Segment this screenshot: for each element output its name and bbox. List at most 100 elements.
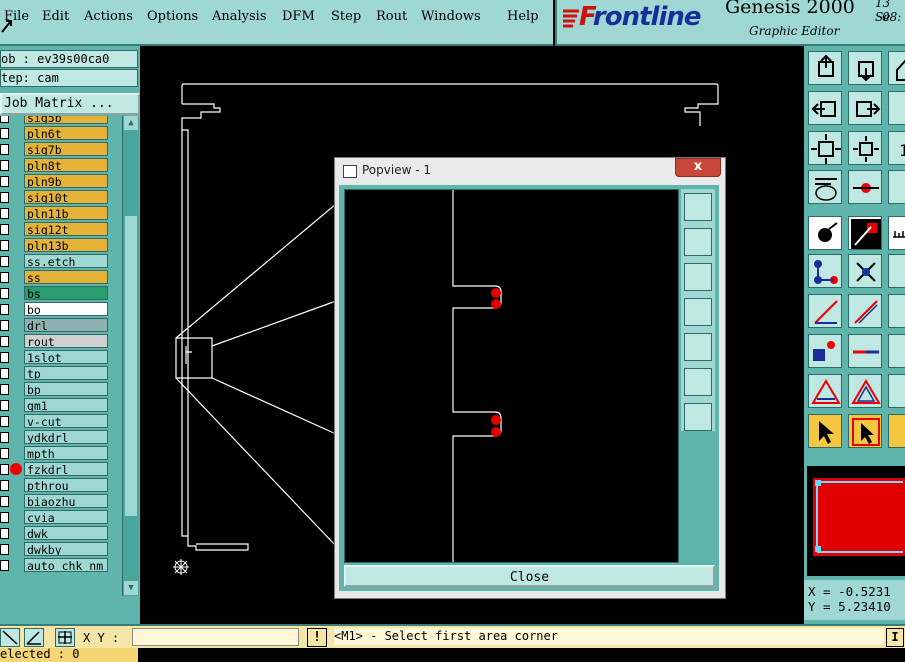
layer-name[interactable]: pln9b	[24, 174, 108, 188]
layer-name[interactable]: sig10t	[24, 190, 108, 204]
layer-row[interactable]: sig10t	[0, 190, 122, 204]
layer-checkbox[interactable]	[0, 560, 9, 571]
layer-name[interactable]: pln6t	[24, 126, 108, 140]
layer-name[interactable]: ydkdrl	[24, 430, 108, 444]
scroll-down-icon[interactable]: ▼	[124, 581, 138, 595]
select-box-icon[interactable]	[848, 414, 882, 448]
zoom-fit-icon[interactable]	[808, 131, 842, 165]
menu-step[interactable]: Step	[331, 9, 361, 24]
triangle-outline-icon[interactable]	[848, 374, 882, 408]
menu-edit[interactable]: Edit	[42, 9, 69, 24]
layer-checkbox[interactable]	[0, 336, 9, 347]
layer-name[interactable]: pthrou	[24, 478, 108, 492]
layer-row[interactable]: bo	[0, 302, 122, 316]
layer-name[interactable]: pln11b	[24, 206, 108, 220]
layer-row[interactable]: sig7b	[0, 142, 122, 156]
layer-name[interactable]: bp	[24, 382, 108, 396]
layer-row[interactable]: bs	[0, 286, 122, 300]
layer-name[interactable]: fzkdrl	[24, 462, 108, 476]
palette-icon[interactable]	[808, 170, 842, 204]
scroll-up-icon[interactable]: ▲	[124, 116, 138, 130]
zoom-center-icon[interactable]	[848, 131, 882, 165]
ruler-icon[interactable]	[888, 216, 905, 250]
zoom-home-icon[interactable]	[684, 193, 712, 221]
layer-row[interactable]: pln9b	[0, 174, 122, 188]
layer-checkbox[interactable]	[0, 512, 9, 523]
overview-map[interactable]	[807, 466, 905, 576]
menu-rout[interactable]: Rout	[376, 9, 407, 24]
pan-tool-icon[interactable]	[888, 91, 905, 125]
layer-checkbox[interactable]	[0, 368, 9, 379]
menu-help[interactable]: Help	[507, 9, 539, 24]
layer-row[interactable]: ydkdrl	[0, 430, 122, 444]
layer-row[interactable]: pln8t	[0, 158, 122, 172]
popview-titlebar[interactable]: Popview - 1 x	[335, 158, 725, 184]
layer-name[interactable]: 1slot	[24, 350, 108, 364]
layer-row[interactable]: bp	[0, 382, 122, 396]
layer-checkbox[interactable]	[0, 144, 9, 155]
layer-row[interactable]: mpth	[0, 446, 122, 460]
menu-options[interactable]: Options	[147, 9, 198, 24]
pad-add-icon[interactable]	[808, 334, 842, 368]
pan-up-icon[interactable]	[684, 228, 712, 256]
scroll-thumb[interactable]	[125, 216, 137, 516]
grid-icon[interactable]	[55, 628, 75, 647]
pan-down-tool-icon[interactable]	[848, 51, 882, 85]
layer-name[interactable]: gm1	[24, 398, 108, 412]
layer-row[interactable]: pln11b	[0, 206, 122, 220]
xy-input[interactable]	[132, 628, 299, 646]
menu-dfm[interactable]: DFM	[282, 9, 315, 24]
layer-row[interactable]: ss	[0, 270, 122, 284]
popview-canvas[interactable]	[344, 189, 679, 563]
layer-name[interactable]: tp	[24, 366, 108, 380]
layer-name[interactable]: biaozhu	[24, 494, 108, 508]
layer-checkbox[interactable]	[0, 116, 9, 123]
layer-checkbox[interactable]	[0, 224, 9, 235]
layer-name[interactable]: cvia	[24, 510, 108, 524]
zoom-one-icon[interactable]: 1	[888, 131, 905, 165]
layer-row[interactable]: cvia	[0, 510, 122, 524]
layer-name[interactable]: dwkby	[24, 542, 108, 556]
edit-color-icon[interactable]	[848, 216, 882, 250]
select-pointer-icon[interactable]	[808, 414, 842, 448]
draw-arc-icon[interactable]	[848, 294, 882, 328]
pan-left-tool-icon[interactable]	[808, 91, 842, 125]
layer-checkbox[interactable]	[0, 304, 9, 315]
layer-name[interactable]: bo	[24, 302, 108, 316]
layer-checkbox[interactable]	[0, 448, 9, 459]
layer-name[interactable]: bs	[24, 286, 108, 300]
layer-row[interactable]: sig5b	[0, 116, 122, 124]
zoom-in-icon[interactable]	[684, 368, 712, 396]
layer-row[interactable]: drl	[0, 318, 122, 332]
layer-checkbox[interactable]	[0, 128, 9, 139]
layer-name[interactable]: drl	[24, 318, 108, 332]
window-close-button[interactable]: x	[675, 158, 721, 177]
layer-checkbox[interactable]	[0, 496, 9, 507]
pan-left-icon[interactable]	[684, 298, 712, 326]
layer-name[interactable]: auto_chk_nm	[24, 558, 108, 572]
cross-snap-icon[interactable]	[848, 254, 882, 288]
layer-checkbox[interactable]	[0, 240, 9, 251]
resize-icon[interactable]	[0, 628, 20, 647]
layer-checkbox[interactable]	[0, 416, 9, 427]
layer-row[interactable]: tp	[0, 366, 122, 380]
layer-row[interactable]: auto_chk_nm	[0, 558, 122, 572]
exclamation-icon[interactable]: !	[307, 628, 327, 647]
more-tools-icon[interactable]	[888, 254, 905, 288]
layer-row[interactable]: dwkby	[0, 542, 122, 556]
measure-icon[interactable]	[848, 170, 882, 204]
layer-row[interactable]: ss.etch	[0, 254, 122, 268]
menu-actions[interactable]: Actions	[84, 9, 133, 24]
layer-row[interactable]: gm1	[0, 398, 122, 412]
job-matrix-button[interactable]: Job Matrix ...	[0, 93, 140, 115]
layer-checkbox[interactable]	[0, 208, 9, 219]
layer-checkbox[interactable]	[0, 352, 9, 363]
layer-row[interactable]: dwk	[0, 526, 122, 540]
draw-tool-icon[interactable]	[888, 294, 905, 328]
layer-name[interactable]: ss	[24, 270, 108, 284]
layer-name[interactable]: sig5b	[24, 116, 108, 124]
feature-add-icon[interactable]	[808, 216, 842, 250]
layer-row[interactable]: rout	[0, 334, 122, 348]
layer-name[interactable]: ss.etch	[24, 254, 108, 268]
layer-checkbox[interactable]	[0, 544, 9, 555]
